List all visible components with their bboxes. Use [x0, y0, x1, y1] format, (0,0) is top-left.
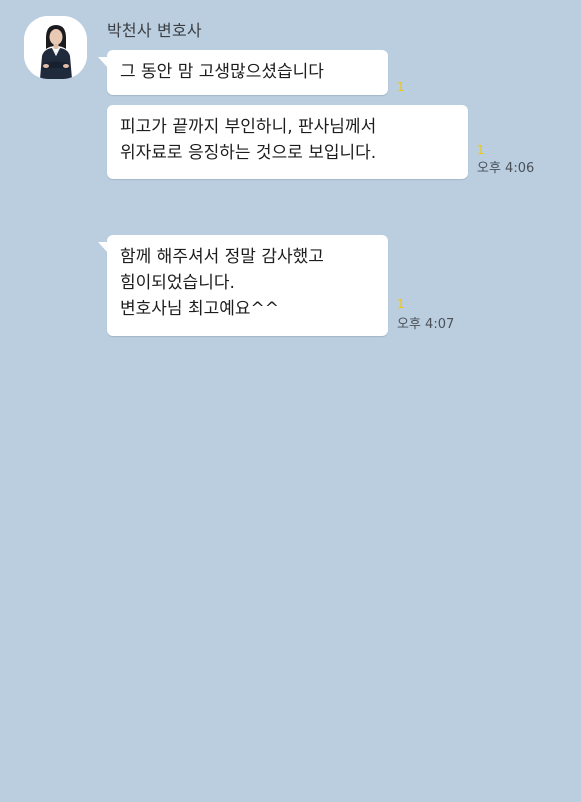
message-timestamp: 오후 4:07	[397, 317, 455, 332]
message-text: 그 동안 맘 고생많으셨습니다	[120, 62, 324, 82]
message-bubble[interactable]: 함께 해주셔서 정말 감사했고 힘이되었습니다. 변호사님 최고예요^^	[98, 235, 388, 336]
sender-avatar[interactable]	[24, 16, 87, 79]
message-text: 위자료로 응징하는 것으로 보입니다.	[120, 143, 377, 163]
message-timestamp: 오후 4:06	[477, 161, 535, 176]
sender-name: 박천사 변호사	[107, 21, 202, 40]
unread-count: 1	[397, 297, 405, 311]
message-bubble[interactable]: 피고가 끝까지 부인하니, 판사님께서 위자료로 응징하는 것으로 보입니다.	[107, 105, 468, 179]
unread-count: 1	[477, 143, 485, 157]
message-text: 함께 해주셔서 정말 감사했고	[120, 247, 324, 267]
profile-photo-icon	[24, 16, 87, 79]
message-text: 힘이되었습니다.	[120, 273, 235, 293]
message-text: 변호사님 최고예요^^	[120, 299, 280, 319]
message-text: 피고가 끝까지 부인하니, 판사님께서	[120, 117, 377, 137]
message-bubble[interactable]: 그 동안 맘 고생많으셨습니다	[98, 50, 388, 95]
unread-count: 1	[397, 80, 405, 94]
